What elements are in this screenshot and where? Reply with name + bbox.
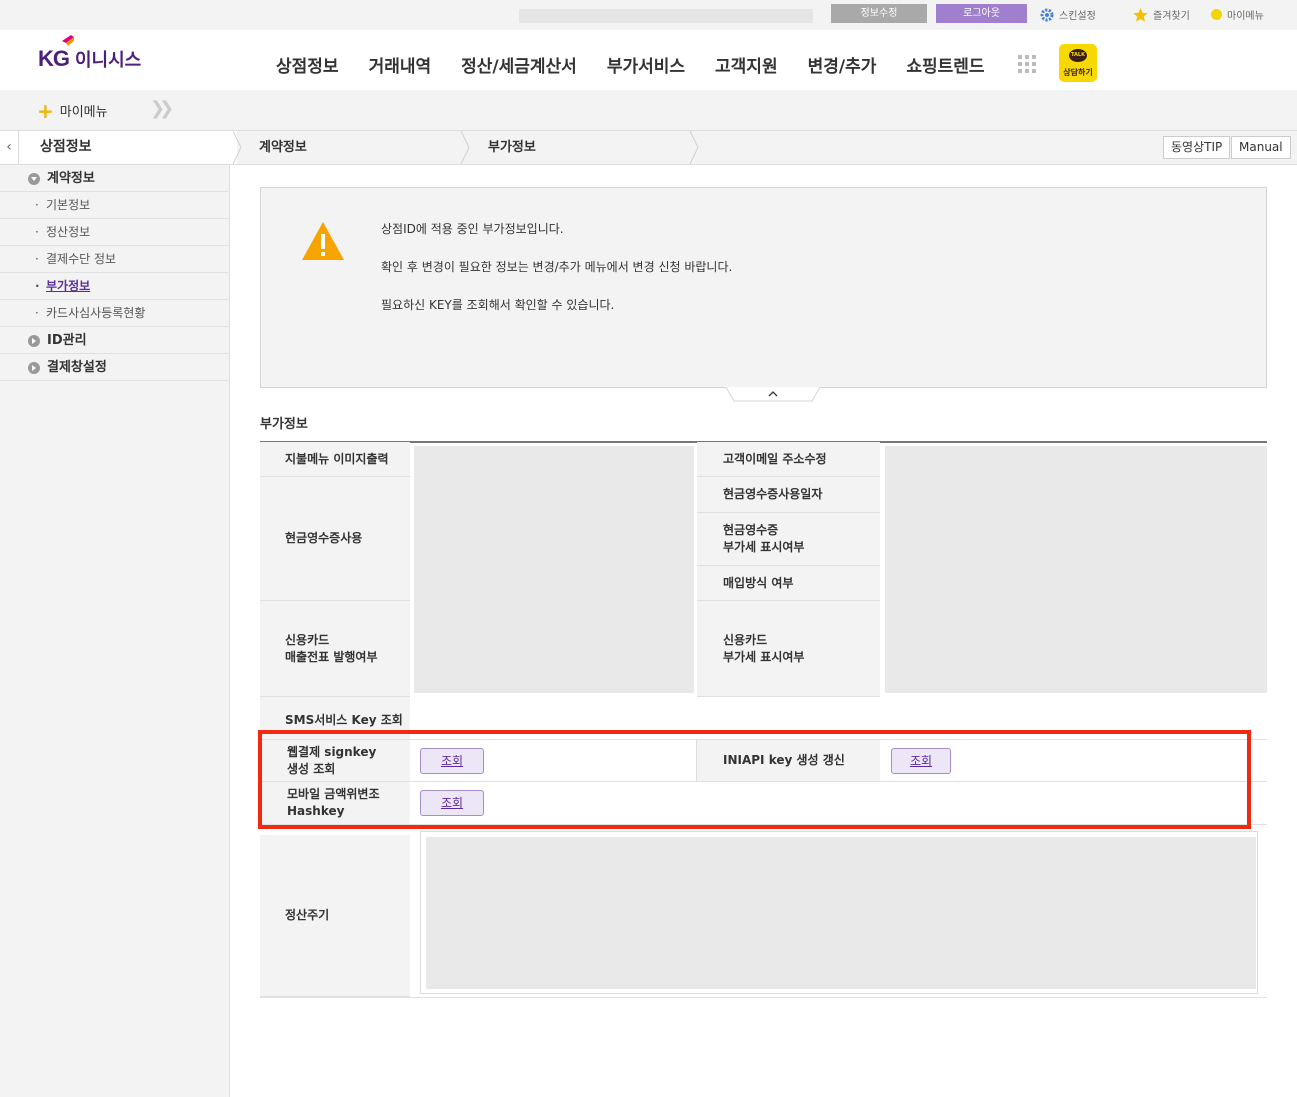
label-pay-menu-image: 지불메뉴 이미지출력 bbox=[260, 442, 410, 477]
logo-mark-icon bbox=[62, 35, 74, 46]
sidebar-item-additional-info[interactable]: 부가정보 bbox=[0, 273, 228, 300]
sidebar-group-label: 결제창설정 bbox=[47, 360, 107, 375]
nav-shopping-trend[interactable]: 쇼핑트렌드 bbox=[906, 52, 984, 77]
notice-line: 상점ID에 적용 중인 부가정보입니다. bbox=[381, 222, 564, 236]
info-edit-button[interactable]: 정보수정 bbox=[831, 4, 927, 23]
label-settlement-cycle: 정산주기 bbox=[260, 835, 410, 997]
header: KG 이니시스 상점정보 거래내역 정산/세금계산서 부가서비스 고객지원 변경… bbox=[0, 30, 1297, 90]
label-credit-card-vat: 신용카드 부가세 표시여부 bbox=[697, 601, 880, 697]
sidebar-item-basic-info[interactable]: 기본정보 bbox=[0, 192, 228, 219]
breadcrumb-separator-icon bbox=[690, 131, 699, 164]
highlight-annotation-box bbox=[258, 730, 1251, 829]
redacted-user-info bbox=[519, 9, 813, 23]
kg-inicis-logo[interactable]: KG 이니시스 bbox=[38, 35, 142, 72]
favorites-link[interactable]: 즐겨찾기 bbox=[1133, 7, 1190, 22]
notice-line: 필요하신 KEY를 조회해서 확인할 수 있습니다. bbox=[381, 298, 615, 312]
skin-settings-label: 스킨설정 bbox=[1059, 11, 1096, 22]
sidebar-item-card-review-status[interactable]: 카드사심사등록현황 bbox=[0, 300, 228, 327]
favorites-label: 즐겨찾기 bbox=[1153, 11, 1190, 22]
sidebar-group-contract[interactable]: 계약정보 bbox=[0, 165, 228, 192]
redacted-value-panel bbox=[426, 837, 1256, 989]
sidebar-group-label: ID관리 bbox=[47, 333, 87, 348]
skin-settings-link[interactable]: 스킨설정 bbox=[1040, 7, 1096, 22]
video-tip-button[interactable]: 동영상TIP bbox=[1163, 136, 1231, 159]
redacted-value-panel bbox=[414, 446, 694, 693]
redacted-value-panel bbox=[885, 446, 1267, 693]
notice-line: 확인 후 변경이 필요한 정보는 변경/추가 메뉴에서 변경 신청 바랍니다. bbox=[381, 260, 733, 274]
table-bottom-border bbox=[260, 997, 1267, 998]
collapse-toggle[interactable] bbox=[726, 387, 820, 403]
star-icon bbox=[1133, 7, 1148, 22]
label-credit-card-slip: 신용카드 매출전표 발행여부 bbox=[260, 601, 410, 697]
logo-kg-text: KG bbox=[38, 46, 70, 71]
label-customer-email: 고객이메일 주소수정 bbox=[697, 442, 880, 477]
gear-icon bbox=[1040, 8, 1054, 21]
nav-customer-support[interactable]: 고객지원 bbox=[715, 52, 778, 77]
plus-icon: + bbox=[37, 98, 54, 123]
breadcrumb-store-info[interactable]: 상점정보 bbox=[40, 131, 92, 164]
label-cash-receipt-vat: 현금영수증 부가세 표시여부 bbox=[697, 513, 880, 566]
breadcrumb-separator-icon bbox=[233, 131, 242, 164]
breadcrumb-separator-icon bbox=[461, 131, 470, 164]
double-chevron-right-icon[interactable]: ❯❯ bbox=[150, 98, 174, 119]
warning-icon bbox=[302, 222, 344, 260]
circle-chevron-down-icon bbox=[28, 173, 40, 185]
mymenu-bar: + 마이메뉴 ❯❯ bbox=[0, 90, 1297, 130]
logo-name-text: 이니시스 bbox=[75, 50, 142, 71]
mymenu-link[interactable]: 마이메뉴 bbox=[1211, 7, 1264, 22]
kakao-talk-consult-button[interactable]: TALK 상담하기 bbox=[1059, 44, 1097, 82]
talk-consult-label: 상담하기 bbox=[1063, 68, 1093, 77]
sidebar-group-label: 계약정보 bbox=[47, 171, 95, 186]
talk-bubble-icon: TALK bbox=[1069, 49, 1087, 62]
nav-store-info[interactable]: 상점정보 bbox=[276, 52, 339, 77]
breadcrumb-contract-info[interactable]: 계약정보 bbox=[259, 131, 307, 164]
chevron-left-icon[interactable]: ‹ bbox=[0, 131, 19, 164]
mymenu-top-label: 마이메뉴 bbox=[1227, 11, 1264, 22]
mymenu-add[interactable]: + 마이메뉴 bbox=[37, 98, 108, 123]
label-cash-receipt-use: 현금영수증사용 bbox=[260, 477, 410, 601]
nav-change-add[interactable]: 변경/추가 bbox=[808, 52, 877, 77]
yellow-dot-icon bbox=[1211, 9, 1222, 20]
sidebar-item-settlement-info[interactable]: 정산정보 bbox=[0, 219, 228, 246]
breadcrumb: ‹ 상점정보 계약정보 부가정보 동영상TIP Manual bbox=[0, 130, 1297, 165]
circle-chevron-right-icon bbox=[28, 362, 40, 374]
sidebar-item-payment-method-info[interactable]: 결제수단 정보 bbox=[0, 246, 228, 273]
nav-transactions[interactable]: 거래내역 bbox=[369, 52, 432, 77]
top-utility-bar: 정보수정 로그아웃 스킨설정 즐겨찾기 마이메뉴 bbox=[0, 0, 1297, 30]
nav-addon-services[interactable]: 부가서비스 bbox=[607, 52, 685, 77]
sidebar-group-payment-window[interactable]: 결제창설정 bbox=[0, 354, 228, 381]
section-title: 부가정보 bbox=[260, 417, 308, 432]
nav-settlement-tax[interactable]: 정산/세금계산서 bbox=[461, 52, 577, 77]
breadcrumb-additional-info[interactable]: 부가정보 bbox=[488, 131, 536, 164]
label-cash-receipt-date: 현금영수증사용일자 bbox=[697, 477, 880, 513]
mymenu-label: 마이메뉴 bbox=[59, 105, 108, 120]
global-nav: 상점정보 거래내역 정산/세금계산서 부가서비스 고객지원 변경/추가 쇼핑트렌… bbox=[276, 52, 1015, 77]
logout-button[interactable]: 로그아웃 bbox=[936, 4, 1027, 23]
sidebar-group-id-management[interactable]: ID관리 bbox=[0, 327, 228, 354]
label-purchase-method: 매입방식 여부 bbox=[697, 566, 880, 601]
circle-chevron-right-icon bbox=[28, 335, 40, 347]
notice-box: 상점ID에 적용 중인 부가정보입니다. 확인 후 변경이 필요한 정보는 변경… bbox=[260, 187, 1267, 388]
manual-button[interactable]: Manual bbox=[1231, 136, 1291, 159]
sidebar: 계약정보 기본정보 정산정보 결제수단 정보 부가정보 카드사심사등록현황 ID… bbox=[0, 165, 230, 1097]
all-menu-grid-icon[interactable] bbox=[1018, 55, 1036, 73]
